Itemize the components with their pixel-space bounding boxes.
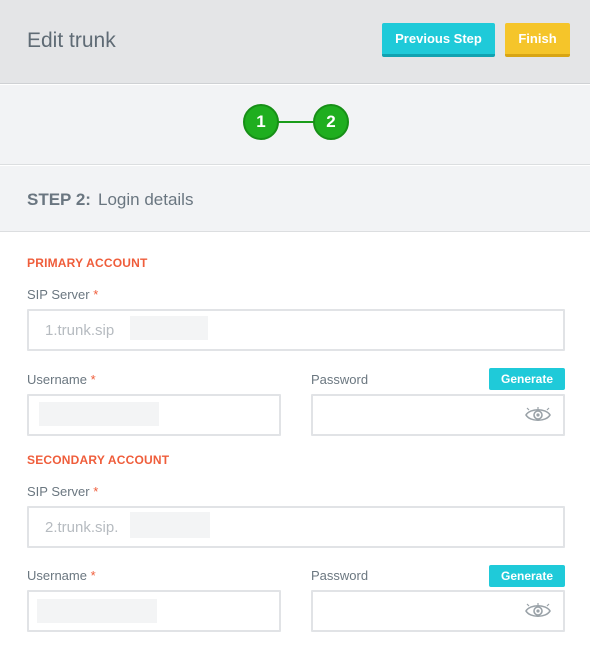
step-connector bbox=[278, 121, 314, 123]
primary-username-label: Username * bbox=[27, 372, 96, 387]
secondary-sip-server-input[interactable]: 2.trunk.sip. bbox=[27, 506, 565, 548]
redacted-area bbox=[37, 599, 157, 623]
secondary-generate-button[interactable]: Generate bbox=[489, 565, 565, 587]
step-name: Login details bbox=[98, 190, 194, 209]
primary-generate-button[interactable]: Generate bbox=[489, 368, 565, 390]
step-number: STEP 2: bbox=[27, 190, 91, 209]
required-marker: * bbox=[90, 372, 96, 387]
redacted-area bbox=[130, 512, 210, 538]
secondary-password-label: Password bbox=[311, 568, 369, 583]
primary-password-input[interactable] bbox=[311, 394, 565, 436]
primary-sip-server-value: 1.trunk.sip bbox=[45, 322, 115, 339]
eye-icon[interactable] bbox=[525, 406, 551, 424]
primary-sip-label: SIP Server * bbox=[27, 287, 98, 302]
secondary-sip-label: SIP Server * bbox=[27, 484, 98, 499]
finish-button[interactable]: Finish bbox=[505, 23, 570, 57]
step-2-indicator[interactable]: 2 bbox=[313, 104, 349, 140]
page-title: Edit trunk bbox=[27, 29, 116, 52]
step-heading: STEP 2: Login details bbox=[0, 166, 590, 232]
eye-icon[interactable] bbox=[525, 602, 551, 620]
secondary-username-label-text: Username bbox=[27, 568, 87, 583]
primary-username-input[interactable] bbox=[27, 394, 281, 436]
secondary-sip-label-text: SIP Server bbox=[27, 484, 90, 499]
primary-username-label-text: Username bbox=[27, 372, 87, 387]
primary-password-label: Password bbox=[311, 372, 369, 387]
page-header: Edit trunk Previous Step Finish bbox=[0, 0, 590, 84]
step-1-indicator[interactable]: 1 bbox=[243, 104, 279, 140]
secondary-sip-server-value: 2.trunk.sip. bbox=[45, 519, 119, 536]
primary-account-title: PRIMARY ACCOUNT bbox=[27, 256, 148, 270]
secondary-account-title: SECONDARY ACCOUNT bbox=[27, 453, 170, 467]
required-marker: * bbox=[90, 568, 96, 583]
required-marker: * bbox=[93, 484, 99, 499]
previous-step-button[interactable]: Previous Step bbox=[382, 23, 495, 57]
primary-sip-label-text: SIP Server bbox=[27, 287, 90, 302]
redacted-area bbox=[130, 316, 208, 340]
secondary-username-input[interactable] bbox=[27, 590, 281, 632]
redacted-area bbox=[39, 402, 159, 426]
progress-stepper: 1 2 bbox=[0, 85, 590, 165]
secondary-password-input[interactable] bbox=[311, 590, 565, 632]
secondary-username-label: Username * bbox=[27, 568, 96, 583]
primary-sip-server-input[interactable]: 1.trunk.sip bbox=[27, 309, 565, 351]
required-marker: * bbox=[93, 287, 99, 302]
